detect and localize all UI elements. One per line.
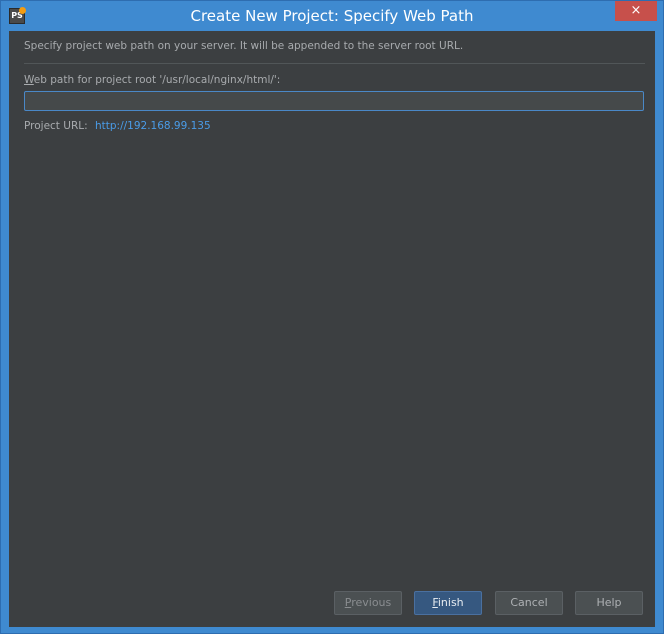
web-path-input[interactable] [24, 91, 644, 111]
project-url-link[interactable]: http://192.168.99.135 [95, 120, 211, 132]
finish-label: inish [437, 596, 464, 609]
dialog-window: PS Create New Project: Specify Web Path … [0, 0, 664, 634]
dialog-description: Specify project web path on your server.… [24, 40, 464, 52]
web-path-label-text: eb path for project root '/usr/local/ngi… [33, 74, 281, 86]
close-icon: × [630, 3, 642, 18]
project-url-row: Project URL: http://192.168.99.135 [24, 120, 211, 132]
previous-button[interactable]: Previous [334, 591, 402, 615]
dialog-content: Specify project web path on your server.… [9, 31, 655, 627]
help-button[interactable]: Help [575, 591, 643, 615]
title-bar[interactable]: PS Create New Project: Specify Web Path … [1, 1, 663, 31]
cancel-button[interactable]: Cancel [495, 591, 563, 615]
window-title: Create New Project: Specify Web Path [190, 7, 474, 25]
previous-label: revious [351, 596, 392, 609]
project-url-label: Project URL: [24, 120, 88, 132]
web-path-label: Web path for project root '/usr/local/ng… [24, 74, 280, 86]
web-path-label-mnemonic: W [24, 74, 34, 86]
divider [24, 63, 645, 64]
finish-button[interactable]: Finish [414, 591, 482, 615]
close-button[interactable]: × [615, 1, 657, 21]
